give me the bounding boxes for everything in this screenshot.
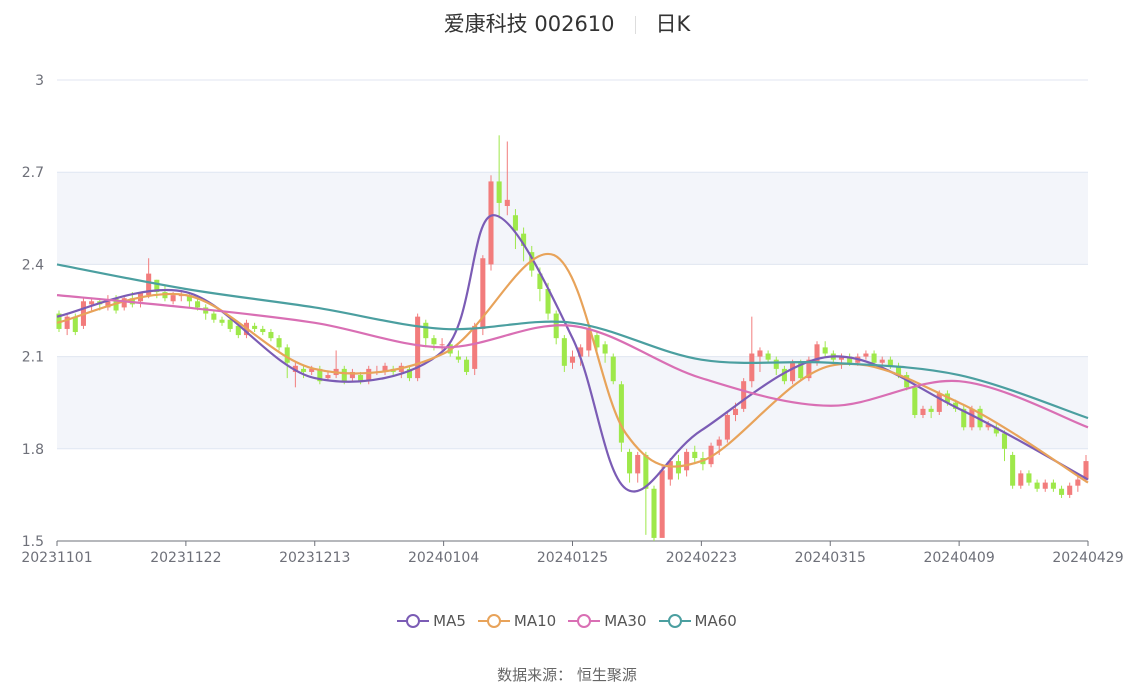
candle-up xyxy=(716,439,722,446)
x-tick-label: 20240223 xyxy=(666,550,737,566)
candle-up xyxy=(504,199,510,207)
candle-up xyxy=(741,381,747,409)
y-tick-label: 1.5 xyxy=(22,534,44,550)
candle-up xyxy=(325,375,331,379)
candle-down xyxy=(1010,454,1016,486)
candle-down xyxy=(260,328,266,333)
x-tick-label: 20240104 xyxy=(408,550,479,566)
candle-up xyxy=(569,356,576,363)
candle-up xyxy=(170,295,176,302)
x-tick-label: 20231122 xyxy=(150,550,221,566)
candle-down xyxy=(195,301,201,308)
candle-up xyxy=(89,301,95,305)
candle-up xyxy=(732,408,739,415)
candle-down xyxy=(610,356,616,382)
legend-item-ma5[interactable]: MA5 xyxy=(397,612,466,630)
y-tick-label: 1.8 xyxy=(22,442,44,458)
candle-down xyxy=(1059,488,1065,495)
y-tick-label: 2.4 xyxy=(22,257,44,273)
legend-label: MA5 xyxy=(433,612,466,630)
candle-down xyxy=(561,338,567,366)
candle-down xyxy=(871,353,877,363)
x-tick-label: 20231101 xyxy=(21,550,92,566)
legend-label: MA60 xyxy=(694,612,737,630)
data-source: 数据来源： 恒生聚源 xyxy=(497,666,637,684)
x-tick-label: 20231213 xyxy=(279,550,350,566)
candle-up xyxy=(439,344,445,346)
candle-up xyxy=(757,350,763,357)
candle-up xyxy=(790,362,796,382)
x-tick-label: 20240125 xyxy=(537,550,608,566)
legend-marker-icon xyxy=(397,614,430,628)
candle-up xyxy=(488,181,494,265)
candle-up xyxy=(667,461,673,480)
legend-item-ma10[interactable]: MA10 xyxy=(477,612,557,630)
candle-down xyxy=(651,488,657,538)
candle-up xyxy=(635,454,641,474)
candle-down xyxy=(341,368,347,382)
candle-down xyxy=(227,319,233,329)
candle-down xyxy=(300,368,307,372)
candle-down xyxy=(464,359,470,372)
legend-label: MA10 xyxy=(513,612,557,630)
candle-down xyxy=(1026,473,1032,483)
candle-down xyxy=(455,356,461,360)
candle-up xyxy=(1018,473,1024,486)
candle-down xyxy=(72,316,78,333)
candle-up xyxy=(969,408,975,428)
candle-down xyxy=(496,181,502,203)
candle-up xyxy=(1075,479,1081,486)
candle-down xyxy=(211,313,217,320)
candlestick-chart: 3 2.7 2.4 2.1 1.8 1.520231101 20231122 20231213… xyxy=(21,73,1123,566)
legend-marker-icon xyxy=(658,614,691,628)
candle-down xyxy=(512,215,518,231)
y-tick-label: 2.7 xyxy=(22,165,44,181)
candle-down xyxy=(276,338,282,348)
candle-up xyxy=(879,359,885,363)
candle-down xyxy=(928,408,934,412)
legend-marker-icon xyxy=(477,614,510,628)
candle-up xyxy=(659,470,665,538)
candle-down xyxy=(602,344,608,354)
candle-down xyxy=(431,338,437,345)
candle-up xyxy=(472,325,478,369)
y-tick-label: 3 xyxy=(35,73,44,89)
candle-down xyxy=(692,451,698,459)
candle-down xyxy=(822,347,828,354)
candle-down xyxy=(1050,482,1056,489)
candle-down xyxy=(627,451,633,474)
candle-up xyxy=(749,353,755,382)
legend-label: MA30 xyxy=(604,612,647,630)
candle-up xyxy=(863,353,869,357)
candle-down xyxy=(252,325,258,329)
grid-band xyxy=(57,172,1088,265)
candle-down xyxy=(912,387,918,415)
candle-down xyxy=(423,322,429,339)
candle-up xyxy=(1042,482,1048,489)
candle-down xyxy=(219,319,225,323)
chart-legend: MA5 MA10 MA30 MA60 xyxy=(0,612,1134,632)
y-tick-label: 2.1 xyxy=(22,350,44,366)
legend-marker-icon xyxy=(568,614,601,628)
candle-up xyxy=(1067,485,1073,495)
legend-item-ma30[interactable]: MA30 xyxy=(568,612,647,630)
legend-item-ma60[interactable]: MA60 xyxy=(658,612,737,630)
x-tick-label: 20240429 xyxy=(1052,550,1123,566)
x-tick-label: 20240409 xyxy=(923,550,994,566)
candle-up xyxy=(724,414,730,440)
candle-down xyxy=(773,359,779,369)
candle-down xyxy=(1001,433,1008,449)
candle-up xyxy=(920,408,926,415)
candle-down xyxy=(765,353,771,360)
candle-down xyxy=(268,332,274,339)
candle-down xyxy=(1034,482,1040,489)
candle-down xyxy=(618,384,624,443)
x-tick-label: 20240315 xyxy=(795,550,866,566)
candle-up xyxy=(684,451,690,471)
